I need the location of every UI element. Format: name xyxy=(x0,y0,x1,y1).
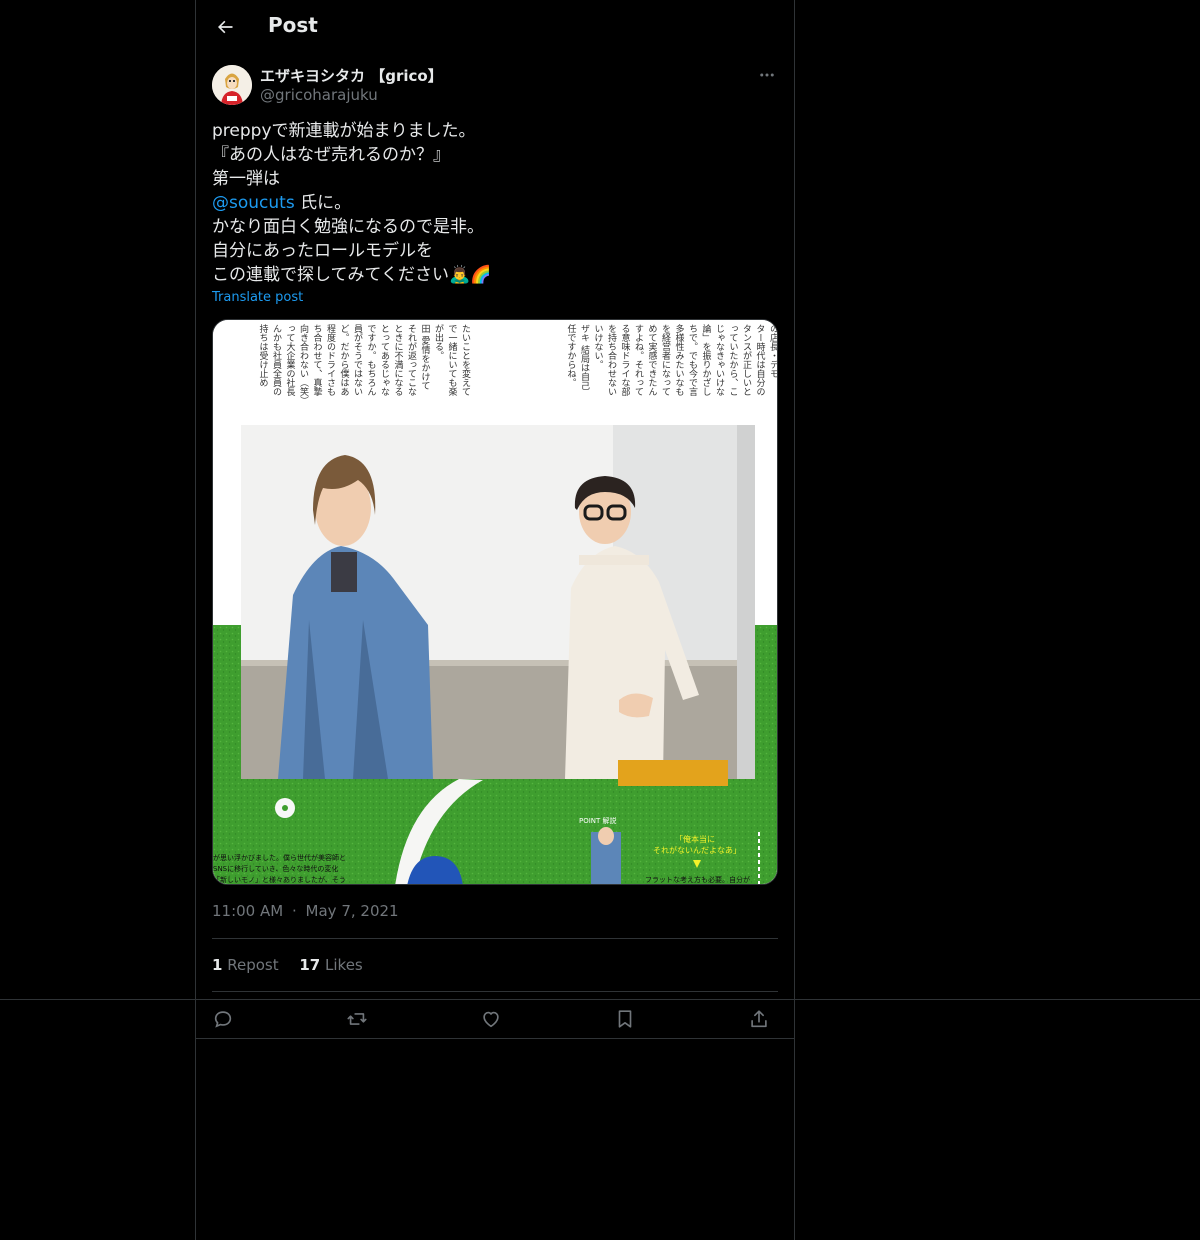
like-label: Likes xyxy=(325,956,363,974)
repost-count: 1 xyxy=(212,956,223,974)
article-text-column: ちで。でも今で言 xyxy=(687,324,698,397)
page-title: Post xyxy=(268,13,318,37)
caption-line: 「新しいモノ」と様々ありましたが、そう xyxy=(213,875,346,884)
post-line: 第一弾は xyxy=(212,169,280,189)
back-button[interactable] xyxy=(208,10,242,44)
article-text-column: 向き合わない（笑） xyxy=(298,323,309,405)
more-button[interactable] xyxy=(756,64,778,86)
article-text-column: タンスが正しいと xyxy=(741,324,752,396)
article-text-column: ですか。もちろん xyxy=(366,324,377,396)
user-handle[interactable]: @gricoharajuku xyxy=(260,86,378,104)
article-text-column: 論」を振りかざし xyxy=(701,323,712,396)
mention-suffix: 氏に。 xyxy=(294,193,352,213)
article-text-column: 田 愛情をかけて xyxy=(420,324,431,390)
like-count-link[interactable]: 17 Likes xyxy=(299,956,362,974)
post-line-mention: @soucuts 氏に。 xyxy=(212,191,778,215)
article-text-column: ど。だから僕はあ xyxy=(339,324,350,396)
post-line: この連載で探してみてください🙇‍♂️🌈 xyxy=(212,265,492,285)
post-line: 自分にあったロールモデルを xyxy=(212,241,433,261)
article-text-column: 程度のドライさも xyxy=(325,324,336,396)
article-text-column: じゃなきゃいけな xyxy=(714,324,725,396)
post-line: 『あの人はなぜ売れるのか？』 xyxy=(212,145,450,165)
article-text-column: ター時代は自分の xyxy=(755,324,766,396)
divider xyxy=(196,1038,794,1039)
post-timestamp[interactable]: 11:00 AM · May 7, 2021 xyxy=(212,902,399,920)
caption-line: SNSに移行していき、色々な時代の変化 xyxy=(213,864,338,873)
repost-count-link[interactable]: 1 Repost xyxy=(212,956,279,974)
mention-link[interactable]: @soucuts xyxy=(212,193,295,213)
article-text-column: が出る。 xyxy=(433,323,444,360)
bookmark-button[interactable] xyxy=(609,1003,641,1035)
article-text-column: っていたから、こ xyxy=(728,324,739,396)
like-button[interactable] xyxy=(475,1003,507,1035)
article-text-column: めて実感できたん xyxy=(647,324,658,396)
share-button[interactable] xyxy=(743,1003,775,1035)
article-text-column: とってあるじゃな xyxy=(379,324,390,396)
divider xyxy=(212,938,778,939)
caption-line: が思い浮かびました。僕ら世代が美容師と xyxy=(213,853,346,862)
article-text-column: る意味ドライな部 xyxy=(620,324,631,397)
article-text-column: ち合わせて、真摯 xyxy=(312,324,323,396)
translate-post-link[interactable]: Translate post xyxy=(212,290,303,305)
article-text-column: の店長・デモ xyxy=(768,324,778,378)
article-text-column: たいことを変えて xyxy=(460,324,471,396)
callout-line: 「俺本当に xyxy=(675,834,715,844)
article-text-column: 任ですからね。 xyxy=(566,323,577,387)
post-text: preppyで新連載が始まりました。 『あの人はなぜ売れるのか？』 第一弾は @… xyxy=(212,119,778,287)
article-text-column: 多様性みたいなも xyxy=(674,323,685,396)
article-text-column: って大企業の社長 xyxy=(285,324,296,397)
repost-icon xyxy=(347,1013,367,1025)
article-text-column: を経営者になって xyxy=(660,324,671,396)
article-text-column: いけない。 xyxy=(593,324,604,369)
magazine-page-image: の店長・デモター時代は自分のタンスが正しいとっていたから、こじゃなきゃいけな論」… xyxy=(213,320,778,884)
post-date[interactable]: May 7, 2021 xyxy=(306,902,399,920)
display-name[interactable]: エザキヨシタカ 【grico】 xyxy=(260,65,443,86)
top-bar: Post xyxy=(196,0,794,54)
share-icon xyxy=(751,1010,767,1028)
point-label: POINT 解説 xyxy=(579,816,617,825)
article-text-column: 員がそうではない xyxy=(352,324,363,396)
action-bar xyxy=(212,1000,778,1038)
post-author: エザキヨシタカ 【grico】 @gricoharajuku xyxy=(212,64,778,108)
avatar-illustration xyxy=(212,65,252,105)
article-text-column: それが返ってこな xyxy=(406,324,417,396)
post-column: Post エザキヨシタカ 【grico】 @gricoharajuku prep… xyxy=(195,0,795,1240)
divider xyxy=(212,991,778,992)
post-time[interactable]: 11:00 AM xyxy=(212,902,283,920)
article-text-column: んかも社員全員の xyxy=(271,324,282,396)
article-text-column: ときに不満になる xyxy=(393,324,404,396)
article-text-column: 持ちは受け止め xyxy=(258,323,269,387)
like-icon xyxy=(483,1011,499,1028)
avatar[interactable] xyxy=(212,65,252,105)
repost-label: Repost xyxy=(227,956,279,974)
reply-icon xyxy=(214,1011,232,1028)
engagement-stats: 1 Repost 17 Likes xyxy=(212,956,379,974)
bottom-left-caption: が思い浮かびました。僕ら世代が美容師と SNSに移行していき、色々な時代の変化 … xyxy=(213,853,346,884)
more-icon xyxy=(760,73,774,77)
callout-line: それがないんだよなあ」 xyxy=(653,845,741,855)
post-line: preppyで新連載が始まりました。 xyxy=(212,121,476,141)
post-line: かなり面白く勉強になるので是非。 xyxy=(212,217,484,237)
repost-button[interactable] xyxy=(341,1003,373,1035)
reply-button[interactable] xyxy=(207,1003,239,1035)
bookmark-icon xyxy=(618,1010,632,1028)
back-arrow-icon xyxy=(218,20,233,34)
timestamp-separator: · xyxy=(291,902,297,920)
article-text-column: ザキ 結局は自己 xyxy=(579,324,590,390)
article-text-column: で一緒にいても楽 xyxy=(447,324,458,397)
like-count: 17 xyxy=(299,956,321,974)
article-text-column: すよね。それって xyxy=(633,324,644,396)
caption-line: フラットな考え方も必要。自分が xyxy=(645,875,750,884)
article-text-column: を持ち合わせない xyxy=(606,324,617,396)
post-image[interactable]: の店長・デモ ター時代は自分の タンスが正しいと っていたから、こ じゃなきゃいけな 論」… xyxy=(212,319,778,885)
